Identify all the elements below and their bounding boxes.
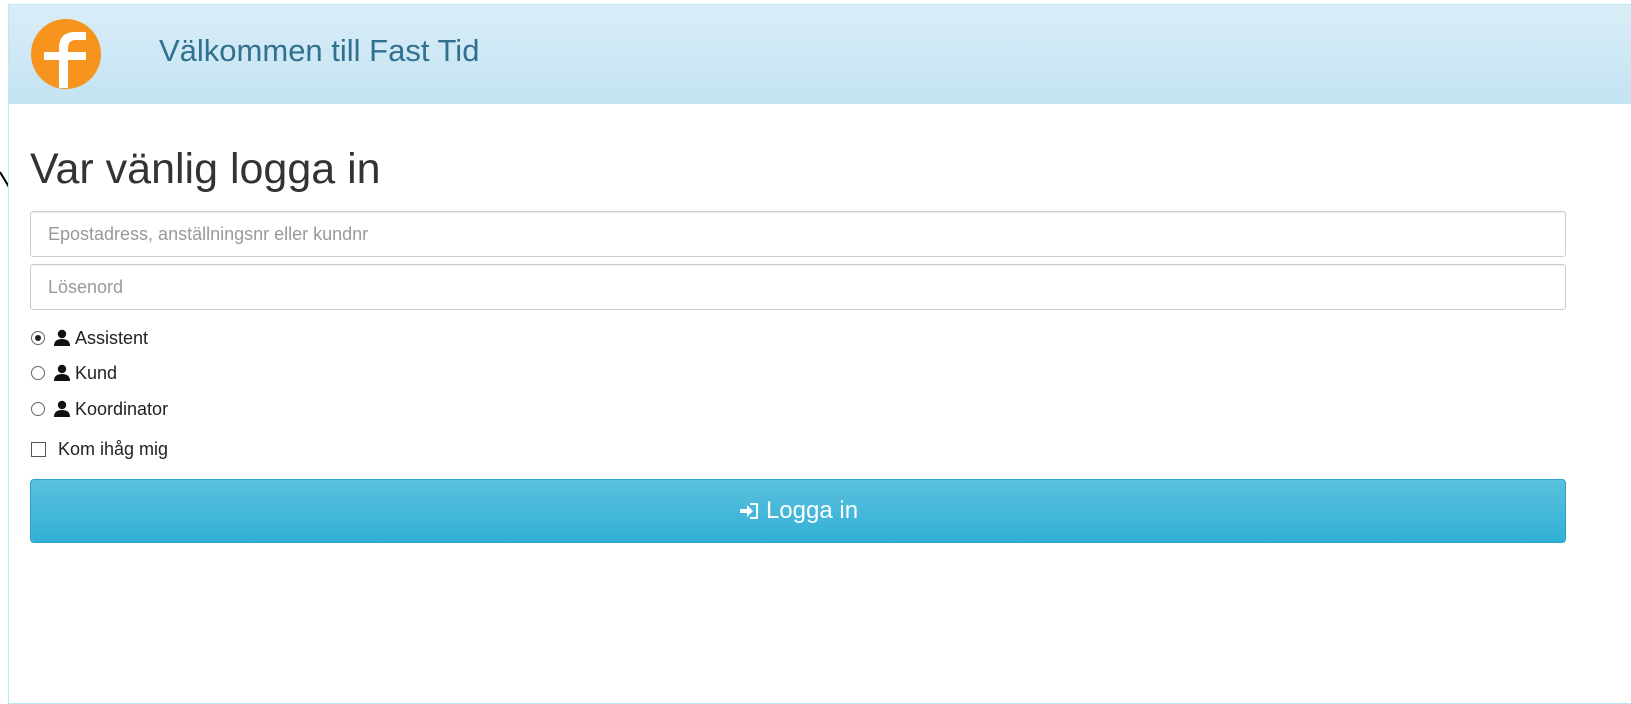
- password-field[interactable]: [30, 264, 1566, 310]
- radio-button-selected[interactable]: [31, 331, 45, 345]
- fast-tid-logo-icon: [31, 19, 101, 89]
- role-radio-kund[interactable]: Kund: [31, 361, 117, 385]
- user-icon: [54, 329, 70, 346]
- login-button-label: Logga in: [765, 497, 859, 524]
- remember-me-label: Kom ihåg mig: [58, 438, 169, 459]
- page-title: Välkommen till Fast Tid: [159, 33, 480, 68]
- role-label: Kund: [75, 362, 118, 383]
- role-radio-assistent[interactable]: Assistent: [31, 326, 148, 350]
- role-label: Koordinator: [75, 398, 169, 419]
- panel-header: Välkommen till Fast Tid: [9, 5, 1631, 104]
- role-radio-koordinator[interactable]: Koordinator: [31, 397, 168, 421]
- login-button[interactable]: Logga in: [30, 479, 1566, 543]
- role-label: Assistent: [75, 327, 149, 348]
- checkbox[interactable]: [31, 441, 46, 457]
- email-field[interactable]: [30, 211, 1566, 257]
- remember-me-checkbox[interactable]: Kom ihåg mig: [31, 437, 168, 461]
- radio-button[interactable]: [31, 366, 45, 380]
- radio-button[interactable]: [31, 402, 45, 416]
- log-in-icon: [739, 503, 758, 519]
- login-heading: Var vänlig logga in: [30, 145, 381, 193]
- login-panel: Välkommen till Fast Tid: [8, 4, 1631, 704]
- user-icon: [54, 364, 70, 381]
- user-icon: [54, 400, 70, 417]
